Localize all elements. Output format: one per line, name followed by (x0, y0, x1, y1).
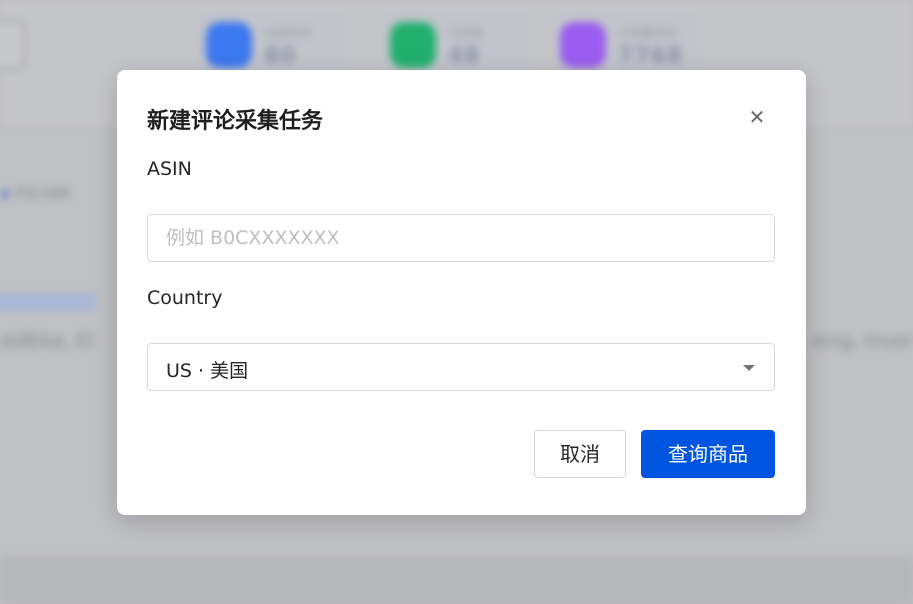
query-product-button[interactable]: 查询商品 (641, 430, 775, 478)
country-select-value: US · 美国 (166, 360, 249, 382)
filter-chip: FG-HM (0, 184, 69, 203)
check-icon (390, 22, 436, 68)
status-dot-icon (0, 189, 10, 199)
comment-icon (560, 22, 606, 68)
asin-input[interactable] (147, 214, 775, 262)
new-task-dialog: 新建评论采集任务 ✕ ASIN Country US · 美国 取消 查询商品 (117, 70, 806, 515)
stat-value: 48 (448, 44, 481, 69)
stat-value: 80 (264, 44, 297, 69)
country-label: Country (147, 287, 223, 309)
dialog-title: 新建评论采集任务 (147, 109, 324, 134)
stat-value: 7768 (618, 44, 684, 69)
back-button (0, 20, 26, 70)
cancel-button[interactable]: 取消 (534, 430, 626, 478)
stat-card-total: 全部任务 80 (198, 12, 346, 76)
stat-label: 已采集评论 (618, 26, 679, 40)
status-badge (0, 293, 96, 311)
chevron-down-icon (743, 365, 755, 371)
page-footer (0, 556, 913, 604)
asin-label: ASIN (147, 158, 192, 180)
stat-label: 全部任务 (264, 26, 313, 40)
stat-label: 已完成 (448, 26, 485, 40)
task-icon (206, 22, 252, 68)
filter-text: FG-HM (16, 184, 70, 203)
row-text-right: ding, Inver (811, 330, 913, 352)
close-icon[interactable]: ✕ (745, 105, 769, 129)
country-select[interactable]: US · 美国 (147, 343, 775, 391)
stat-card-done: 已完成 48 (382, 12, 530, 76)
stat-card-reviews: 已采集评论 7768 (552, 12, 700, 76)
row-text-left: ddBike, El (0, 330, 94, 352)
